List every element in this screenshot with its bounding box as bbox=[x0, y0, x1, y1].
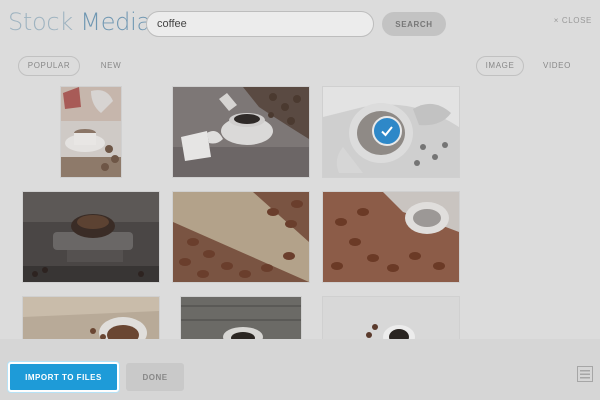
filter-popular[interactable]: POPULAR bbox=[18, 56, 80, 76]
filter-new[interactable]: NEW bbox=[94, 56, 128, 76]
selected-checkmark-badge bbox=[372, 116, 402, 146]
image-thumbnail-1[interactable] bbox=[60, 86, 122, 178]
done-button[interactable]: DONE bbox=[126, 363, 184, 391]
image-thumbnail-7[interactable] bbox=[22, 296, 160, 341]
checkmark-icon bbox=[381, 126, 393, 137]
filter-image[interactable]: IMAGE bbox=[476, 56, 524, 76]
image-thumbnail-5[interactable] bbox=[172, 191, 310, 283]
logo-word-media: Media bbox=[80, 8, 151, 36]
search-button[interactable]: SEARCH bbox=[382, 12, 446, 36]
close-button[interactable]: × CLOSE bbox=[554, 16, 592, 25]
import-to-files-button[interactable]: IMPORT TO FILES bbox=[8, 362, 119, 392]
image-thumbnail-2[interactable] bbox=[172, 86, 310, 178]
logo-word-stock: Stock bbox=[8, 8, 73, 36]
image-thumbnail-4[interactable] bbox=[22, 191, 160, 283]
list-icon[interactable] bbox=[577, 366, 593, 387]
image-thumbnail-9[interactable] bbox=[322, 296, 460, 341]
image-thumbnail-6[interactable] bbox=[322, 191, 460, 283]
search-input[interactable] bbox=[146, 11, 374, 37]
logo: Stock Media bbox=[8, 8, 151, 36]
image-thumbnail-8[interactable] bbox=[180, 296, 302, 341]
filter-video[interactable]: VIDEO bbox=[534, 56, 580, 76]
